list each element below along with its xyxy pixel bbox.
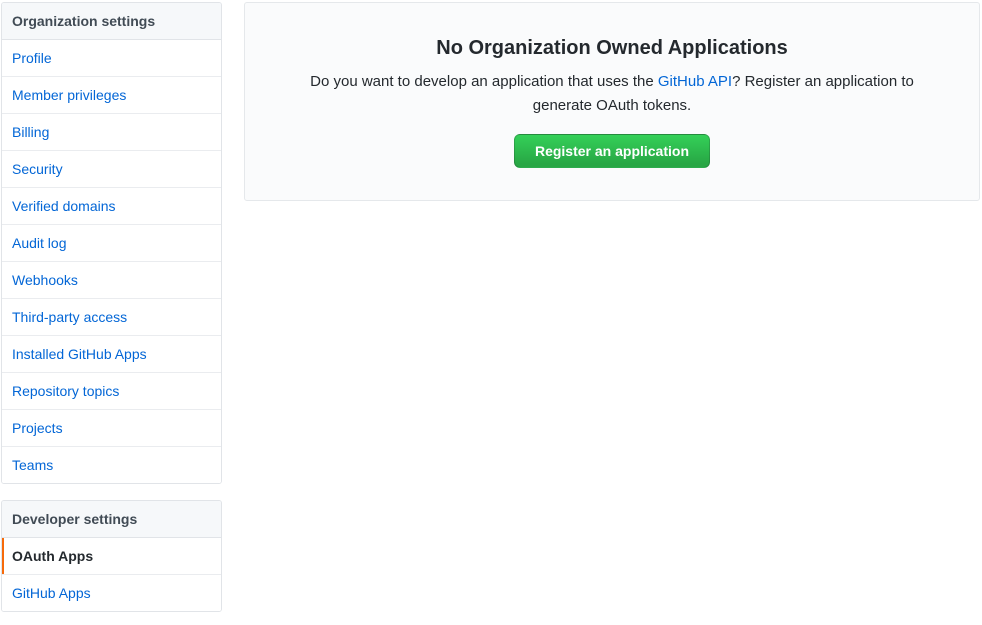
sidebar-item-oauth-apps[interactable]: OAuth Apps (2, 538, 221, 575)
sidebar-item-member-privileges[interactable]: Member privileges (2, 77, 221, 114)
page: Organization settingsProfileMember privi… (0, 0, 982, 625)
sidebar-section-heading: Developer settings (2, 501, 221, 538)
description-text-before: Do you want to develop an application th… (310, 73, 658, 90)
sidebar-item-github-apps[interactable]: GitHub Apps (2, 575, 221, 611)
sidebar-item-billing[interactable]: Billing (2, 114, 221, 151)
main-content: No Organization Owned Applications Do yo… (244, 2, 980, 625)
sidebar-item-third-party-access[interactable]: Third-party access (2, 299, 221, 336)
sidebar-item-projects[interactable]: Projects (2, 410, 221, 447)
blankslate-title: No Organization Owned Applications (277, 37, 947, 60)
sidebar-item-teams[interactable]: Teams (2, 447, 221, 483)
sidebar-section-organization-settings: Organization settingsProfileMember privi… (1, 2, 222, 484)
register-application-button[interactable]: Register an application (514, 134, 710, 168)
sidebar-section-heading: Organization settings (2, 3, 221, 40)
blankslate-panel: No Organization Owned Applications Do yo… (244, 2, 980, 201)
sidebar-item-security[interactable]: Security (2, 151, 221, 188)
sidebar-item-installed-github-apps[interactable]: Installed GitHub Apps (2, 336, 221, 373)
github-api-link[interactable]: GitHub API (658, 73, 732, 90)
sidebar-item-verified-domains[interactable]: Verified domains (2, 188, 221, 225)
sidebar-item-profile[interactable]: Profile (2, 40, 221, 77)
sidebar-item-repository-topics[interactable]: Repository topics (2, 373, 221, 410)
sidebar-item-audit-log[interactable]: Audit log (2, 225, 221, 262)
blankslate-description: Do you want to develop an application th… (282, 70, 942, 118)
sidebar-section-developer-settings: Developer settingsOAuth AppsGitHub Apps (1, 500, 222, 612)
sidebar-item-webhooks[interactable]: Webhooks (2, 262, 221, 299)
settings-sidebar: Organization settingsProfileMember privi… (1, 2, 222, 625)
